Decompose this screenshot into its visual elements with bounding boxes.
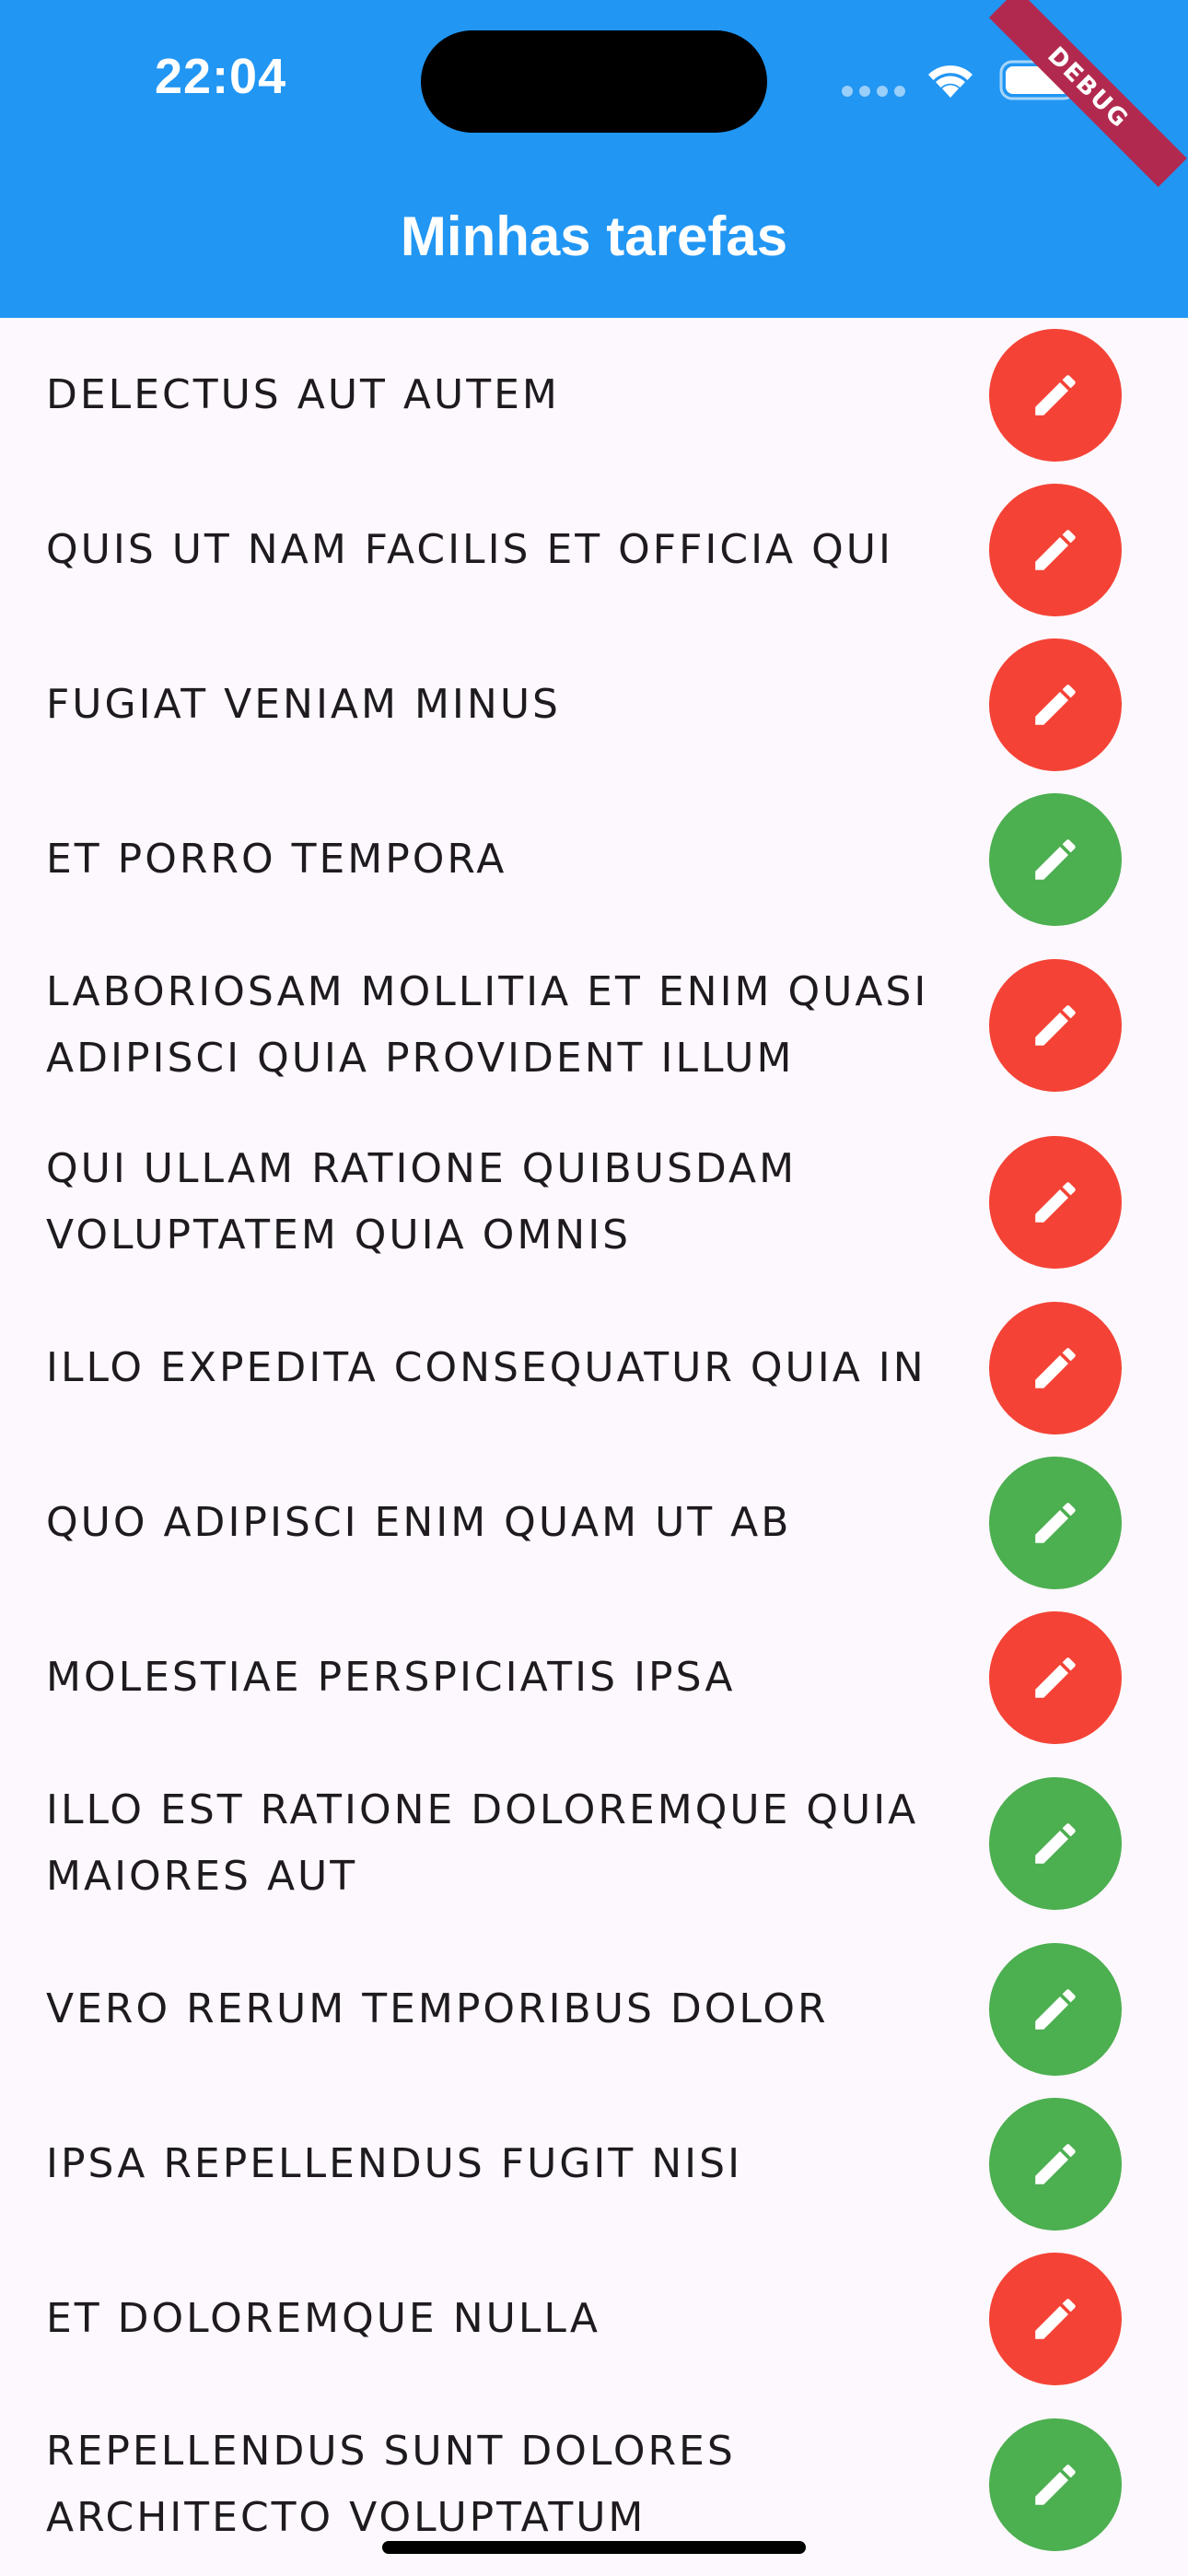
- task-row[interactable]: ILLO EST RATIONE DOLOREMQUE QUIA MAIORES…: [0, 1755, 1188, 1932]
- task-row[interactable]: MOLESTIAE PERSPICIATIS IPSA: [0, 1600, 1188, 1755]
- edit-task-button[interactable]: [989, 329, 1122, 462]
- task-row[interactable]: QUI ULLAM RATIONE QUIBUSDAM VOLUPTATEM Q…: [0, 1114, 1188, 1291]
- pencil-icon: [1029, 1496, 1082, 1550]
- pencil-icon: [1029, 678, 1082, 732]
- edit-task-button[interactable]: [989, 2098, 1122, 2231]
- pencil-glyph: [1035, 1657, 1076, 1698]
- pencil-glyph: [1035, 1503, 1076, 1543]
- task-row[interactable]: ET PORRO TEMPORA: [0, 782, 1188, 937]
- task-title: VERO RERUM TEMPORIBUS DOLOR: [46, 1985, 829, 2032]
- page-title: Minhas tarefas: [400, 205, 788, 267]
- task-row[interactable]: FUGIAT VENIAM MINUS: [0, 627, 1188, 782]
- task-title: REPELLENDUS SUNT DOLORES ARCHITECTO VOLU…: [46, 2428, 736, 2541]
- task-title: ET PORRO TEMPORA: [46, 836, 507, 883]
- edit-task-button[interactable]: [989, 484, 1122, 616]
- pencil-glyph: [1035, 839, 1076, 880]
- edit-task-button[interactable]: [989, 638, 1122, 771]
- task-title: QUIS UT NAM FACILIS ET OFFICIA QUI: [46, 526, 893, 573]
- pencil-glyph: [1035, 1348, 1076, 1388]
- task-row[interactable]: LABORIOSAM MOLLITIA ET ENIM QUASI ADIPIS…: [0, 937, 1188, 1114]
- edit-task-button[interactable]: [989, 1136, 1122, 1269]
- pencil-icon: [1029, 369, 1082, 422]
- pencil-icon: [1029, 2458, 1082, 2512]
- app-bar: 22:04 DEBUG Minhas tarefas: [0, 0, 1188, 318]
- pencil-glyph: [1035, 1005, 1076, 1046]
- pencil-icon: [1029, 2137, 1082, 2191]
- pencil-icon: [1029, 1983, 1082, 2036]
- task-row[interactable]: DELECTUS AUT AUTEM: [0, 318, 1188, 473]
- pencil-icon: [1029, 1817, 1082, 1870]
- pencil-glyph: [1035, 1989, 1076, 2030]
- task-title: IPSA REPELLENDUS FUGIT NISI: [46, 2140, 743, 2187]
- task-title: ILLO EXPEDITA CONSEQUATUR QUIA IN: [46, 1344, 926, 1391]
- task-title: QUO ADIPISCI ENIM QUAM UT AB: [46, 1499, 792, 1546]
- edit-task-button[interactable]: [989, 1611, 1122, 1744]
- pencil-glyph: [1035, 685, 1076, 725]
- task-title: ILLO EST RATIONE DOLOREMQUE QUIA MAIORES…: [46, 1786, 919, 1900]
- task-title: FUGIAT VENIAM MINUS: [46, 681, 561, 728]
- pencil-icon: [1029, 1176, 1082, 1229]
- task-row[interactable]: ILLO EXPEDITA CONSEQUATUR QUIA IN: [0, 1291, 1188, 1446]
- pencil-icon: [1029, 523, 1082, 577]
- pencil-glyph: [1035, 375, 1076, 416]
- pencil-glyph: [1035, 1823, 1076, 1864]
- edit-task-button[interactable]: [989, 959, 1122, 1092]
- debug-banner-area: DEBUG: [0, 0, 1188, 318]
- pencil-glyph: [1035, 530, 1076, 570]
- task-title: LABORIOSAM MOLLITIA ET ENIM QUASI ADIPIS…: [46, 968, 929, 1082]
- edit-task-button[interactable]: [989, 1457, 1122, 1589]
- task-title: DELECTUS AUT AUTEM: [46, 371, 560, 418]
- debug-banner: DEBUG: [988, 0, 1187, 187]
- task-list[interactable]: DELECTUS AUT AUTEM QUIS UT NAM FACILIS ET…: [0, 318, 1188, 2576]
- edit-task-button[interactable]: [989, 2418, 1122, 2551]
- edit-task-button[interactable]: [989, 1943, 1122, 2076]
- pencil-icon: [1029, 833, 1082, 886]
- pencil-icon: [1029, 1651, 1082, 1704]
- pencil-icon: [1029, 999, 1082, 1052]
- pencil-glyph: [1035, 2299, 1076, 2339]
- edit-task-button[interactable]: [989, 2253, 1122, 2385]
- home-indicator[interactable]: [382, 2541, 806, 2554]
- pencil-glyph: [1035, 1182, 1076, 1223]
- edit-task-button[interactable]: [989, 1302, 1122, 1434]
- pencil-glyph: [1035, 2465, 1076, 2505]
- task-row[interactable]: QUIS UT NAM FACILIS ET OFFICIA QUI: [0, 473, 1188, 627]
- edit-task-button[interactable]: [989, 1777, 1122, 1910]
- edit-task-button[interactable]: [989, 793, 1122, 926]
- task-title: QUI ULLAM RATIONE QUIBUSDAM VOLUPTATEM Q…: [46, 1145, 798, 1259]
- pencil-icon: [1029, 1341, 1082, 1395]
- task-title: ET DOLOREMQUE NULLA: [46, 2295, 600, 2342]
- task-row[interactable]: ET DOLOREMQUE NULLA: [0, 2242, 1188, 2396]
- pencil-icon: [1029, 2292, 1082, 2346]
- task-row[interactable]: IPSA REPELLENDUS FUGIT NISI: [0, 2087, 1188, 2242]
- task-row[interactable]: VERO RERUM TEMPORIBUS DOLOR: [0, 1932, 1188, 2087]
- task-title: MOLESTIAE PERSPICIATIS IPSA: [46, 1654, 736, 1701]
- task-row[interactable]: QUO ADIPISCI ENIM QUAM UT AB: [0, 1446, 1188, 1600]
- pencil-glyph: [1035, 2144, 1076, 2184]
